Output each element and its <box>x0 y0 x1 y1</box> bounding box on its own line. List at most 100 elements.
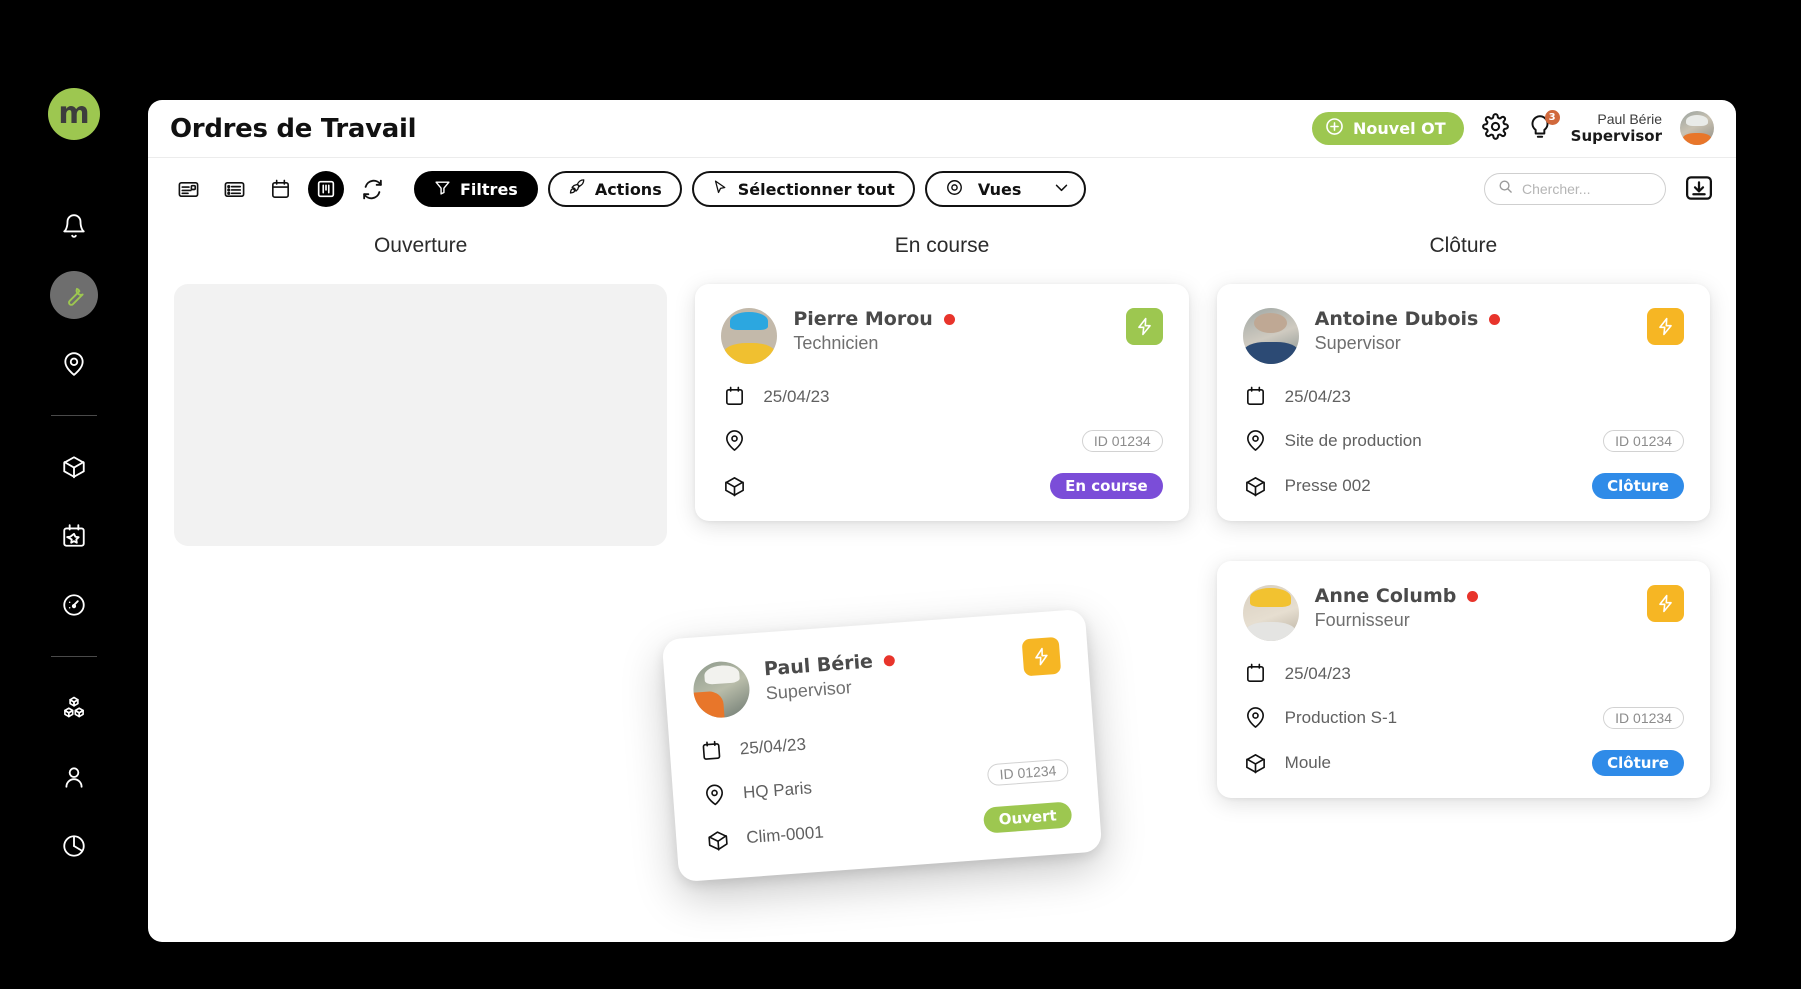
card-location-row: ID 01234 <box>721 429 1163 452</box>
card-asset-row: Moule Clôture <box>1243 750 1684 776</box>
card-view-icon[interactable] <box>170 171 206 207</box>
priority-bolt-button[interactable] <box>1646 308 1684 345</box>
status-badge[interactable]: Ouvert <box>982 801 1073 834</box>
gauge-icon <box>61 592 87 618</box>
assignee-role: Fournisseur <box>1314 610 1410 630</box>
map-pin-icon <box>700 783 728 808</box>
card-date: 25/04/23 <box>763 386 830 406</box>
search-input[interactable] <box>1522 181 1652 197</box>
work-order-card[interactable]: Antoine Dubois Supervisor 25/04/23 Site … <box>1216 284 1710 521</box>
settings-button[interactable] <box>1481 113 1509 143</box>
card-header: Paul Bérie Supervisor <box>691 636 1062 720</box>
avatar <box>1242 585 1299 641</box>
refresh-icon[interactable] <box>354 171 390 207</box>
filters-button[interactable]: Filtres <box>414 171 538 207</box>
column-title: En course <box>894 234 990 257</box>
card-date-row: 25/04/23 <box>721 385 1162 408</box>
header-actions: Nouvel OT 3 Paul Bérie Supervisor <box>1312 109 1714 146</box>
cursor-icon <box>712 179 729 200</box>
priority-bolt-button[interactable] <box>1021 636 1062 677</box>
calendar-star-icon <box>61 523 87 549</box>
search-icon <box>1498 179 1513 199</box>
card-date: 25/04/23 <box>1284 386 1351 406</box>
work-order-card[interactable]: Pierre Morou Technicien 25/04/23 ID 0123… <box>695 284 1189 521</box>
card-location: Site de production <box>1284 430 1422 450</box>
map-pin-icon <box>1243 706 1269 729</box>
status-badge[interactable]: Clôture <box>1592 473 1684 499</box>
person-icon <box>61 764 87 790</box>
sidebar-item-locations[interactable] <box>50 340 98 388</box>
priority-bolt-button[interactable] <box>1125 308 1163 345</box>
select-all-button[interactable]: Sélectionner tout <box>691 171 915 207</box>
calendar-icon <box>1243 662 1269 685</box>
card-location-row: Site de production ID 01234 <box>1243 429 1684 452</box>
sidebar-item-notifications[interactable] <box>50 202 98 250</box>
card-date-row: 25/04/23 <box>697 714 1066 764</box>
user-info[interactable]: Paul Bérie Supervisor <box>1571 111 1662 145</box>
calendar-icon <box>697 739 725 764</box>
search-box[interactable] <box>1484 173 1666 205</box>
views-label: Vues <box>977 179 1022 199</box>
notifications-button[interactable]: 3 <box>1527 109 1560 143</box>
card-identity: Pierre Morou Technicien <box>793 308 955 354</box>
priority-bolt-button[interactable] <box>1646 585 1684 622</box>
card-header: Pierre Morou Technicien <box>721 308 1163 364</box>
card-asset-row: Presse 002 Clôture <box>1243 473 1684 499</box>
sidebar-item-assets[interactable] <box>50 443 98 491</box>
box-icon <box>1243 752 1269 775</box>
notification-badge: 3 <box>1544 109 1560 125</box>
views-button[interactable]: Vues <box>924 171 1087 207</box>
download-button[interactable] <box>1684 173 1714 206</box>
card-asset: Moule <box>1284 753 1331 772</box>
sidebar-item-users[interactable] <box>50 753 98 801</box>
card-date-row: 25/04/23 <box>1243 662 1684 685</box>
kanban-column-ouverture: Ouverture <box>174 234 668 838</box>
bolt-icon <box>1035 647 1048 666</box>
rocket-icon <box>568 178 586 200</box>
name-row: Anne Columb <box>1315 585 1479 607</box>
card-header: Antoine Dubois Supervisor <box>1242 308 1684 364</box>
sidebar-item-performance[interactable] <box>50 581 98 629</box>
sidebar-item-reports[interactable] <box>50 822 98 870</box>
app-logo[interactable]: m <box>48 88 100 140</box>
bell-icon <box>61 213 87 239</box>
column-title: Clôture <box>1429 234 1498 257</box>
map-pin-icon <box>1243 429 1269 452</box>
select-all-label: Sélectionner tout <box>737 179 895 199</box>
screen: m Ordres de Travail Nouvel OT 3 Paul Bér… <box>0 0 1801 989</box>
actions-button[interactable]: Actions <box>547 171 682 207</box>
new-work-order-label: Nouvel OT <box>1353 118 1446 138</box>
avatar <box>691 659 752 720</box>
sidebar-item-work-orders[interactable] <box>50 271 98 319</box>
plus-circle-icon <box>1325 117 1344 140</box>
list-view-icon[interactable] <box>216 171 252 207</box>
sidebar-item-inventory[interactable] <box>50 684 98 732</box>
wrench-icon <box>61 282 87 308</box>
priority-dot <box>1467 590 1479 602</box>
status-badge[interactable]: En course <box>1050 473 1163 499</box>
work-order-card[interactable]: Anne Columb Fournisseur 25/04/23 Product… <box>1216 561 1710 798</box>
status-badge[interactable]: Clôture <box>1592 750 1684 776</box>
avatar <box>1242 308 1299 364</box>
drop-zone[interactable] <box>174 284 668 546</box>
filters-label: Filtres <box>460 179 518 199</box>
eye-icon <box>945 178 964 201</box>
bolt-icon <box>1137 317 1151 336</box>
card-identity: Antoine Dubois Supervisor <box>1315 308 1501 354</box>
new-work-order-button[interactable]: Nouvel OT <box>1312 111 1464 145</box>
user-role: Supervisor <box>1570 126 1662 145</box>
avatar[interactable] <box>1680 111 1714 146</box>
card-header: Anne Columb Fournisseur <box>1242 585 1684 641</box>
sidebar-item-planning[interactable] <box>50 512 98 560</box>
card-identity: Paul Bérie Supervisor <box>763 649 897 704</box>
card-date-row: 25/04/23 <box>1243 385 1684 408</box>
priority-dot <box>1489 313 1501 325</box>
pie-chart-icon <box>61 833 87 859</box>
dragged-work-order-card[interactable]: Paul Bérie Supervisor 25/04/23 HQ Paris … <box>661 608 1103 883</box>
sidebar-divider-2 <box>51 656 97 657</box>
card-location-row: Production S-1 ID 01234 <box>1243 706 1684 729</box>
calendar-view-icon[interactable] <box>262 171 298 207</box>
card-id-chip: ID 01234 <box>986 757 1070 786</box>
name-row: Pierre Morou <box>793 308 955 330</box>
kanban-view-icon[interactable] <box>308 171 344 207</box>
